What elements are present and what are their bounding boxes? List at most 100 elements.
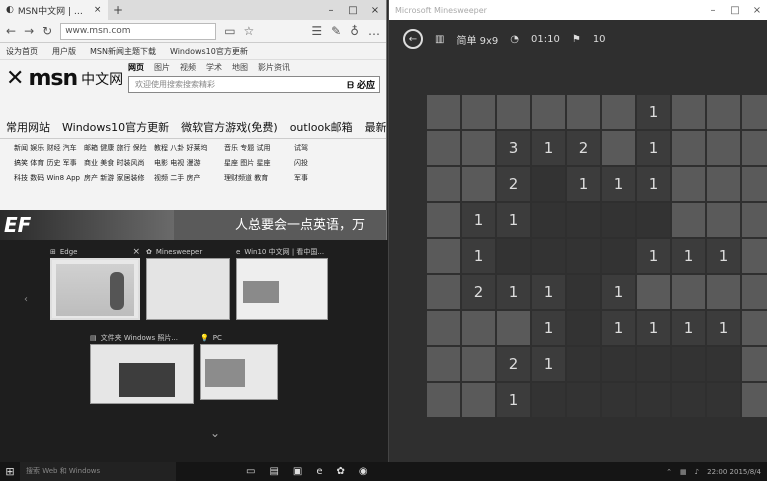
tile-covered[interactable]	[532, 95, 565, 129]
grid-link[interactable]: 理财频道 教育	[224, 173, 294, 183]
tile-empty[interactable]	[637, 347, 670, 381]
tile-empty[interactable]	[532, 239, 565, 273]
tile-covered[interactable]	[602, 131, 635, 165]
tile-number[interactable]: 1	[637, 239, 670, 273]
nav-link[interactable]: 微软官方游戏(免费)	[181, 119, 278, 135]
tile-covered[interactable]	[462, 131, 495, 165]
tile-number[interactable]: 1	[637, 167, 670, 201]
search-tab[interactable]: 学术	[206, 62, 222, 73]
chevron-up-icon[interactable]: ⌃	[666, 468, 672, 476]
search-tab[interactable]: 地图	[232, 62, 248, 73]
grid-link[interactable]: 星座 图片 星座	[224, 158, 294, 168]
tile-number[interactable]: 1	[497, 275, 530, 309]
tile-covered[interactable]	[427, 167, 460, 201]
favorite-item[interactable]: MSN新闻主题下载	[90, 46, 156, 57]
edge-tab[interactable]: ◐ MSN中文网 | 看中国网 ×	[0, 0, 108, 20]
tile-empty[interactable]	[532, 203, 565, 237]
tile-covered[interactable]	[427, 275, 460, 309]
favorite-item[interactable]: 设为首页	[6, 46, 38, 57]
tile-empty[interactable]	[567, 275, 600, 309]
clock[interactable]: 22:00 2015/8/4	[707, 468, 761, 476]
tile-empty[interactable]	[567, 203, 600, 237]
grid-link[interactable]: 房产 新游 家居装修	[84, 173, 154, 183]
tile-covered[interactable]	[707, 131, 740, 165]
tile-covered[interactable]	[672, 131, 705, 165]
tile-covered[interactable]	[427, 383, 460, 417]
favorite-item[interactable]: Windows10官方更新	[170, 46, 248, 57]
nav-link[interactable]: Windows10官方更新	[62, 119, 169, 135]
tile-covered[interactable]	[707, 203, 740, 237]
tile-empty[interactable]	[567, 383, 600, 417]
back-icon[interactable]: ←	[6, 24, 16, 38]
tile-empty[interactable]	[567, 239, 600, 273]
tile-number[interactable]: 1	[637, 131, 670, 165]
close-thumb-icon[interactable]: ×	[132, 247, 140, 257]
grid-link[interactable]: 商业 美食 时装风尚	[84, 158, 154, 168]
tile-number[interactable]: 1	[707, 239, 740, 273]
tile-empty[interactable]	[672, 347, 705, 381]
close-icon[interactable]: ×	[746, 5, 767, 16]
tile-covered[interactable]	[427, 95, 460, 129]
tile-number[interactable]: 2	[462, 275, 495, 309]
tile-number[interactable]: 2	[567, 131, 600, 165]
tile-number[interactable]: 1	[707, 311, 740, 345]
tile-number[interactable]: 1	[602, 275, 635, 309]
grid-link[interactable]: 搞笑 体育 历史 军事	[14, 158, 84, 168]
windows-start-icon[interactable]: ⊞	[0, 465, 20, 478]
favorite-star-icon[interactable]: ☆	[244, 24, 255, 38]
tile-covered[interactable]	[707, 275, 740, 309]
back-arrow-icon[interactable]: ←	[403, 29, 423, 49]
tile-number[interactable]: 1	[532, 131, 565, 165]
tile-covered[interactable]	[427, 311, 460, 345]
tile-covered[interactable]	[742, 95, 767, 129]
tile-number[interactable]: 1	[497, 203, 530, 237]
task-thumb-explorer[interactable]: ▤ 文件夹 Windows 照片...	[90, 332, 194, 404]
ad-banner[interactable]: EF 人总要会一点英语，万	[0, 210, 386, 240]
tile-empty[interactable]	[497, 239, 530, 273]
tile-empty[interactable]	[707, 347, 740, 381]
minesweeper-icon[interactable]: ✿	[337, 466, 345, 477]
tile-covered[interactable]	[427, 347, 460, 381]
maximize-icon[interactable]: □	[724, 5, 746, 16]
nav-link[interactable]: 最新主题	[365, 119, 386, 135]
tile-number[interactable]: 1	[637, 95, 670, 129]
grid-link[interactable]: 邮箱 健康 旅行 保险	[84, 143, 154, 153]
tile-empty[interactable]	[532, 167, 565, 201]
tile-covered[interactable]	[707, 167, 740, 201]
tile-number[interactable]: 1	[672, 311, 705, 345]
scroll-left-icon[interactable]: ‹	[24, 294, 28, 305]
tile-covered[interactable]	[427, 239, 460, 273]
tile-covered[interactable]	[462, 95, 495, 129]
edge-icon[interactable]: e	[316, 466, 322, 477]
tile-number[interactable]: 2	[497, 347, 530, 381]
tile-number[interactable]: 1	[532, 311, 565, 345]
tile-covered[interactable]	[427, 131, 460, 165]
reading-view-icon[interactable]: ▭	[224, 24, 235, 38]
close-icon[interactable]: ×	[364, 5, 386, 16]
tile-number[interactable]: 1	[602, 167, 635, 201]
tile-number[interactable]: 2	[497, 167, 530, 201]
tile-covered[interactable]	[742, 311, 767, 345]
chevron-down-icon[interactable]: ⌄	[210, 426, 220, 440]
tile-empty[interactable]	[672, 383, 705, 417]
tile-covered[interactable]	[462, 347, 495, 381]
grid-link[interactable]: 音乐 专题 试用	[224, 143, 294, 153]
grid-link[interactable]: 闪投	[294, 158, 364, 168]
tile-number[interactable]: 1	[602, 311, 635, 345]
tile-covered[interactable]	[462, 311, 495, 345]
tile-covered[interactable]	[462, 167, 495, 201]
tile-covered[interactable]	[672, 203, 705, 237]
tile-covered[interactable]	[462, 383, 495, 417]
close-tab-icon[interactable]: ×	[94, 5, 102, 15]
tile-number[interactable]: 1	[462, 203, 495, 237]
network-icon[interactable]: ▦	[680, 468, 687, 476]
tile-number[interactable]: 1	[637, 311, 670, 345]
hub-icon[interactable]: ☰	[311, 24, 322, 38]
grid-link[interactable]: 教程 八卦 好莱坞	[154, 143, 224, 153]
task-thumb-minesweeper[interactable]: ✿ Minesweeper	[146, 246, 230, 320]
forward-icon[interactable]: →	[24, 24, 34, 38]
task-thumb-edge[interactable]: ⊞ Edge ×	[50, 246, 140, 320]
tile-covered[interactable]	[742, 239, 767, 273]
tile-number[interactable]: 1	[462, 239, 495, 273]
tile-empty[interactable]	[707, 383, 740, 417]
